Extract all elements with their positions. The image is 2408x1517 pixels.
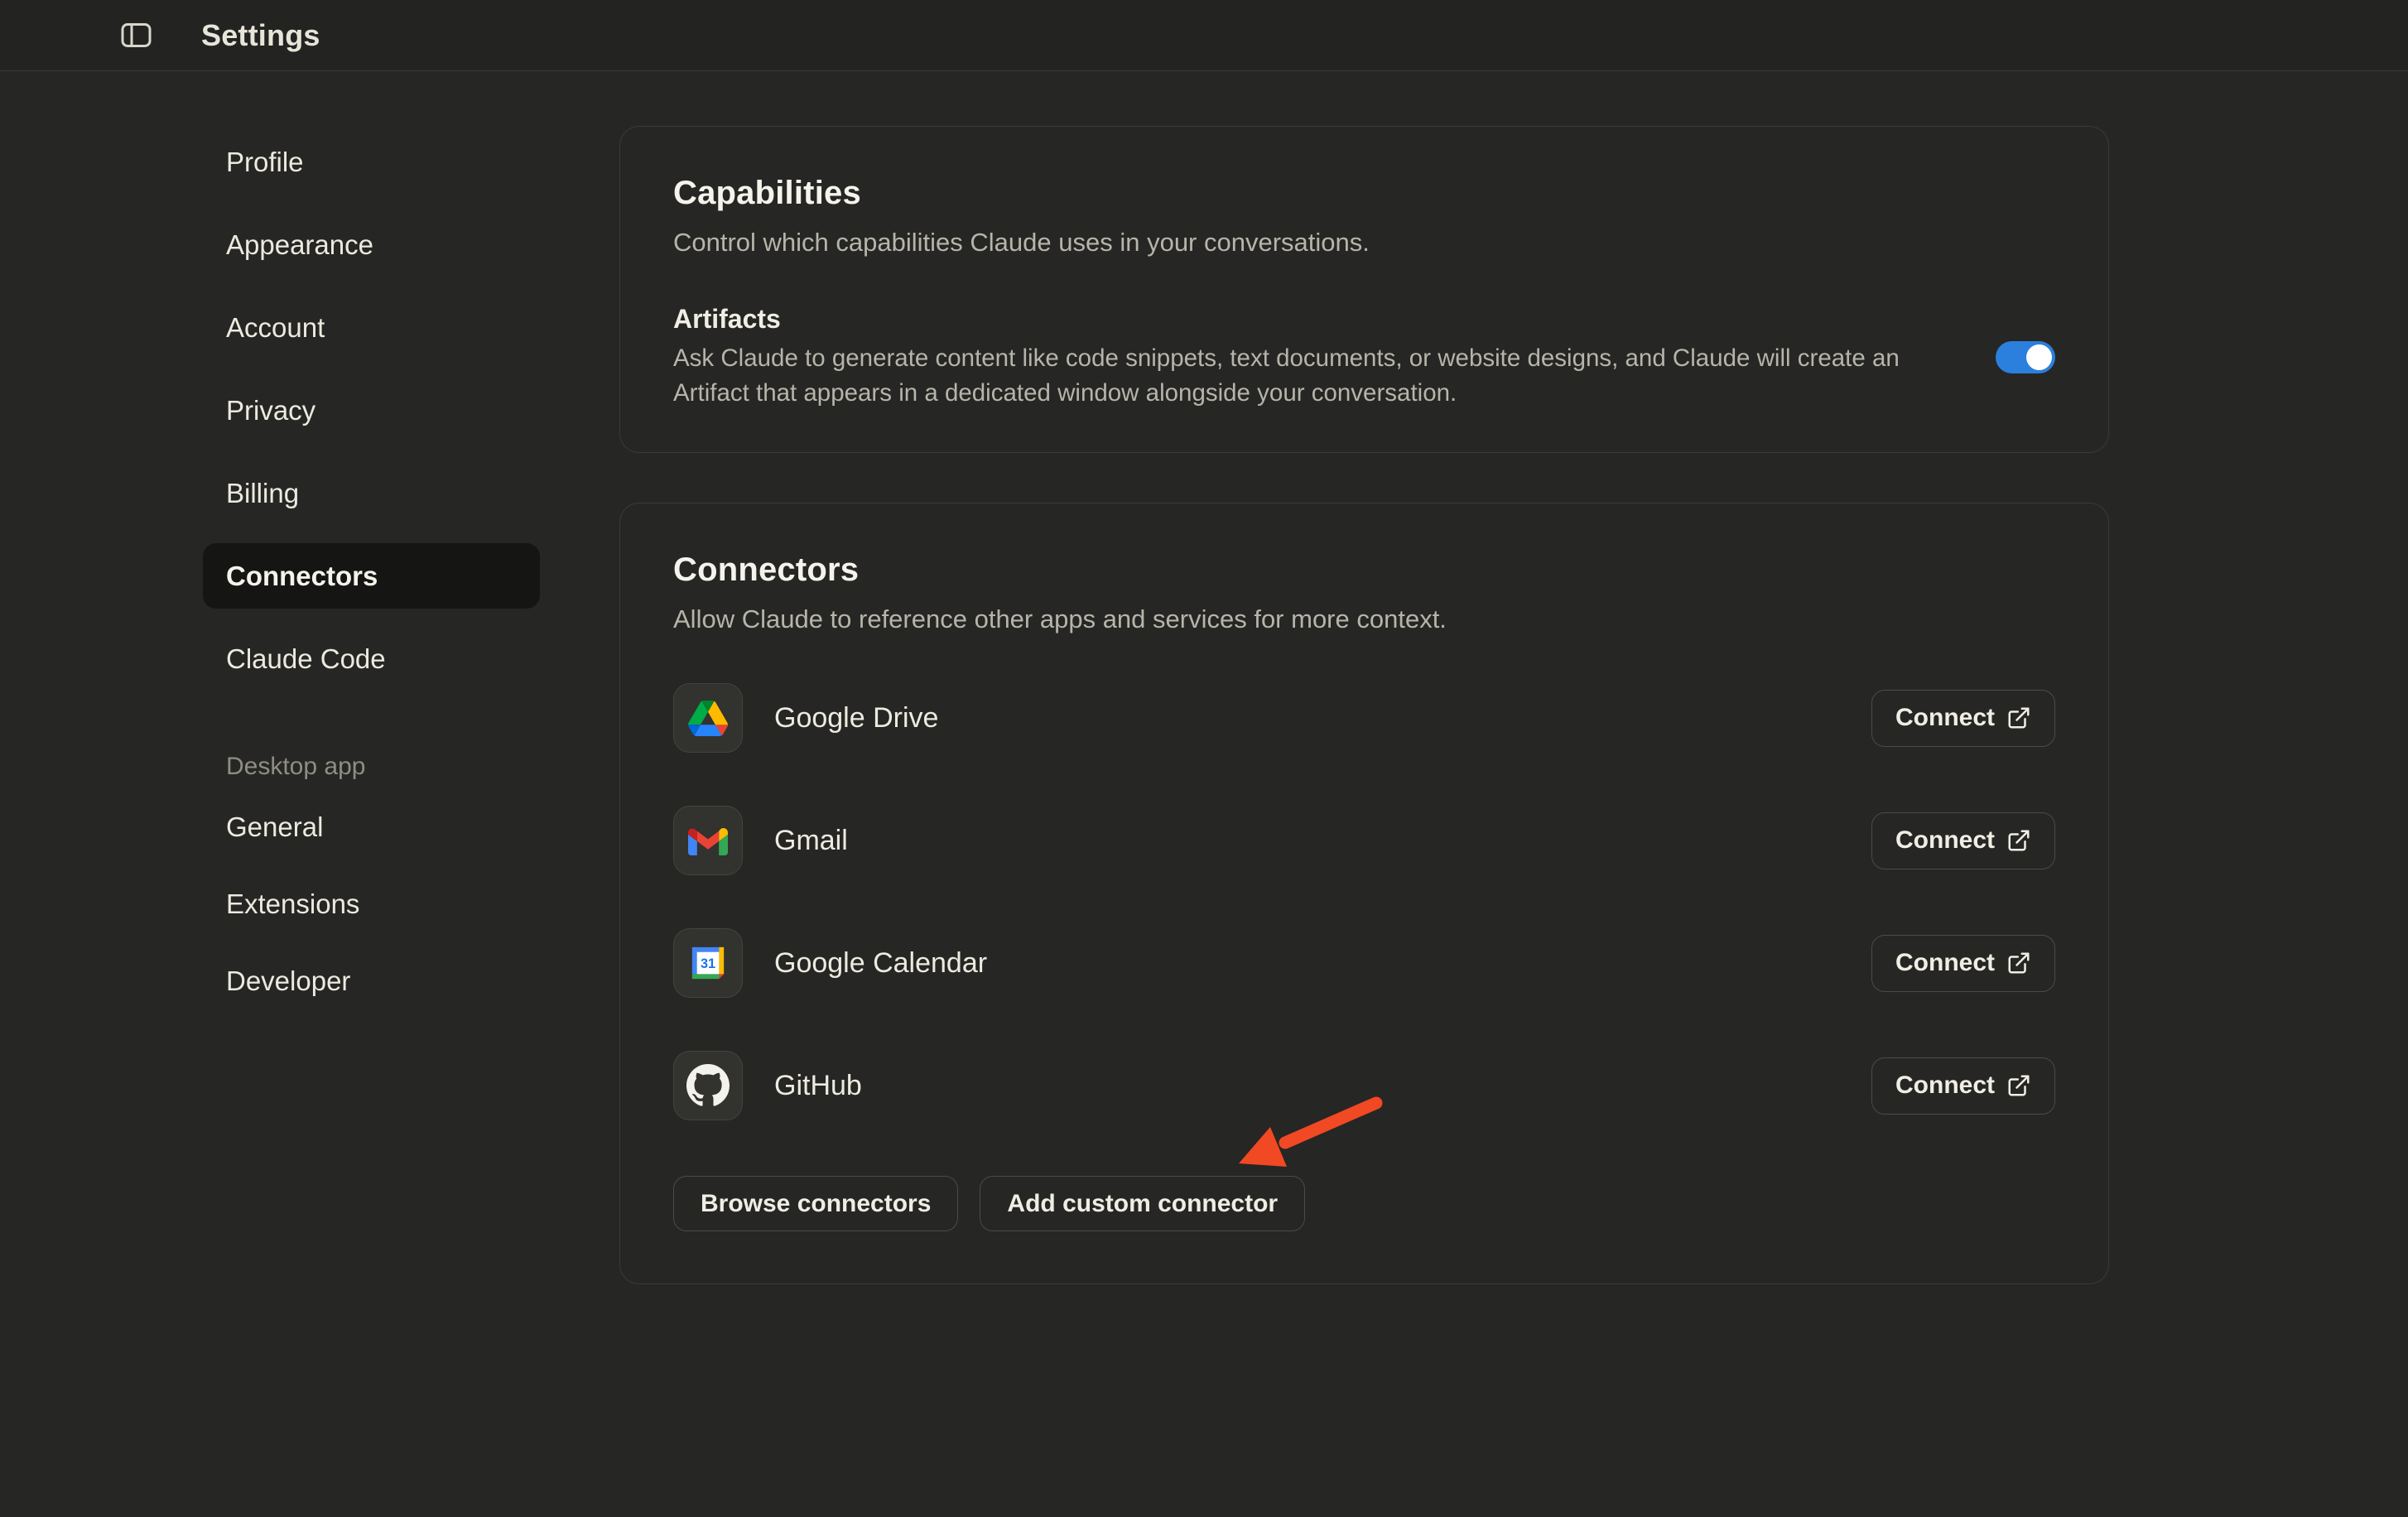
sidebar-section-desktop-app: Desktop app (203, 753, 540, 781)
top-bar: Settings (0, 0, 2408, 71)
connectors-card: Connectors Allow Claude to reference oth… (619, 503, 2109, 1284)
connector-name: Gmail (774, 825, 848, 857)
connect-button-github[interactable]: Connect (1871, 1057, 2055, 1115)
artifacts-description: Ask Claude to generate content like code… (673, 341, 1924, 411)
artifacts-setting-text: Artifacts Ask Claude to generate content… (673, 304, 1924, 411)
sidebar-item-account[interactable]: Account (203, 295, 540, 360)
svg-text:31: 31 (701, 956, 715, 971)
capabilities-title: Capabilities (673, 173, 2055, 213)
add-custom-connector-button[interactable]: Add custom connector (980, 1176, 1305, 1231)
connector-list: Google Drive Connect Gmail (673, 657, 2055, 1147)
connect-label: Connect (1895, 949, 1995, 977)
sidebar-item-extensions[interactable]: Extensions (203, 871, 540, 937)
sidebar-item-privacy[interactable]: Privacy (203, 378, 540, 443)
connectors-title: Connectors (673, 550, 2055, 590)
external-link-icon (2006, 951, 2031, 975)
connect-button-google-calendar[interactable]: Connect (1871, 935, 2055, 992)
connectors-subtitle: Allow Claude to reference other apps and… (673, 603, 2055, 636)
external-link-icon (2006, 706, 2031, 730)
artifacts-label: Artifacts (673, 304, 1924, 335)
page-title: Settings (201, 18, 320, 53)
connector-row-gmail: Gmail Connect (673, 779, 2055, 902)
capabilities-subtitle: Control which capabilities Claude uses i… (673, 226, 2055, 259)
sidebar-item-connectors[interactable]: Connectors (203, 543, 540, 609)
connect-button-gmail[interactable]: Connect (1871, 812, 2055, 869)
google-calendar-icon: 31 (673, 928, 743, 998)
settings-page: { "app": { "title": "Settings" }, "sideb… (0, 0, 2408, 1517)
external-link-icon (2006, 1073, 2031, 1098)
settings-sidebar: Profile Appearance Account Privacy Billi… (203, 71, 540, 1025)
sidebar-item-claude-code[interactable]: Claude Code (203, 626, 540, 691)
connector-name: Google Drive (774, 702, 938, 734)
browse-connectors-button[interactable]: Browse connectors (673, 1176, 958, 1231)
connector-row-google-calendar: 31 Google Calendar Connect (673, 902, 2055, 1024)
toggle-knob (2026, 344, 2052, 370)
sidebar-panel-icon[interactable] (121, 22, 152, 48)
connector-row-github: GitHub Connect (673, 1024, 2055, 1147)
artifacts-toggle[interactable] (1996, 341, 2055, 373)
artifacts-setting-row: Artifacts Ask Claude to generate content… (673, 304, 2055, 411)
connect-button-google-drive[interactable]: Connect (1871, 690, 2055, 747)
gmail-icon (673, 806, 743, 875)
connect-label: Connect (1895, 826, 1995, 855)
sidebar-item-profile[interactable]: Profile (203, 129, 540, 195)
google-drive-icon (673, 683, 743, 753)
github-icon (673, 1051, 743, 1120)
sidebar-item-appearance[interactable]: Appearance (203, 212, 540, 277)
connectors-actions: Browse connectors Add custom connector (673, 1176, 2055, 1231)
connector-name: GitHub (774, 1070, 862, 1102)
connector-name: Google Calendar (774, 947, 987, 980)
connector-row-google-drive: Google Drive Connect (673, 657, 2055, 779)
sidebar-item-developer[interactable]: Developer (203, 948, 540, 1014)
sidebar-item-billing[interactable]: Billing (203, 460, 540, 526)
sidebar-item-general[interactable]: General (203, 794, 540, 860)
connect-label: Connect (1895, 1072, 1995, 1100)
capabilities-card: Capabilities Control which capabilities … (619, 126, 2109, 453)
connect-label: Connect (1895, 704, 1995, 732)
external-link-icon (2006, 828, 2031, 853)
